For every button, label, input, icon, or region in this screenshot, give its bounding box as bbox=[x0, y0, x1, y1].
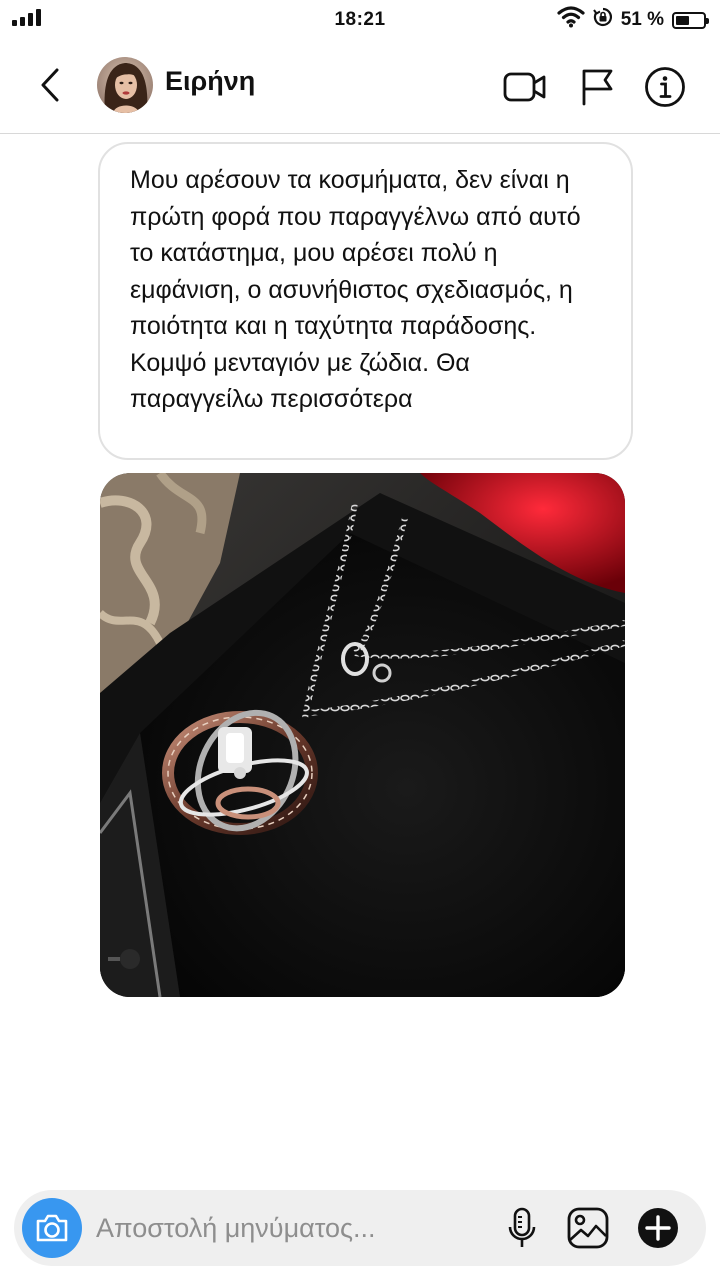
chat-header: Ειρήνη bbox=[0, 40, 720, 134]
status-bar: 18:21 51 % bbox=[0, 0, 720, 40]
message-bubble[interactable]: Μου αρέσουν τα κοσμήματα, δεν είναι η πρ… bbox=[98, 142, 633, 460]
orientation-lock-icon bbox=[592, 7, 613, 33]
voice-message-button[interactable] bbox=[498, 1204, 546, 1252]
more-button[interactable] bbox=[634, 1204, 682, 1252]
video-camera-icon bbox=[503, 72, 546, 102]
contact-name[interactable]: Ειρήνη bbox=[165, 66, 255, 97]
info-button[interactable] bbox=[640, 62, 690, 112]
message-text: Μου αρέσουν τα κοσμήματα, δεν είναι η πρ… bbox=[130, 166, 581, 413]
camera-icon bbox=[36, 1214, 68, 1242]
battery-icon bbox=[672, 11, 709, 29]
message-input[interactable] bbox=[96, 1204, 496, 1252]
gallery-button[interactable] bbox=[564, 1204, 612, 1252]
report-button[interactable] bbox=[572, 62, 622, 112]
status-right: 51 % bbox=[557, 6, 709, 34]
back-arrow-icon bbox=[41, 68, 59, 102]
avatar[interactable] bbox=[97, 57, 153, 113]
plus-icon bbox=[638, 1208, 678, 1248]
photo-message[interactable] bbox=[100, 473, 625, 997]
back-button[interactable] bbox=[30, 65, 70, 105]
microphone-icon bbox=[508, 1207, 536, 1247]
flag-icon bbox=[582, 69, 613, 106]
necklace-photo bbox=[100, 473, 625, 997]
battery-percent: 51 % bbox=[620, 9, 664, 30]
info-icon bbox=[645, 67, 685, 107]
camera-button[interactable] bbox=[22, 1198, 82, 1258]
message-composer bbox=[14, 1190, 706, 1266]
wifi-icon bbox=[557, 6, 585, 34]
video-call-button[interactable] bbox=[500, 62, 550, 112]
gallery-icon bbox=[567, 1207, 609, 1249]
